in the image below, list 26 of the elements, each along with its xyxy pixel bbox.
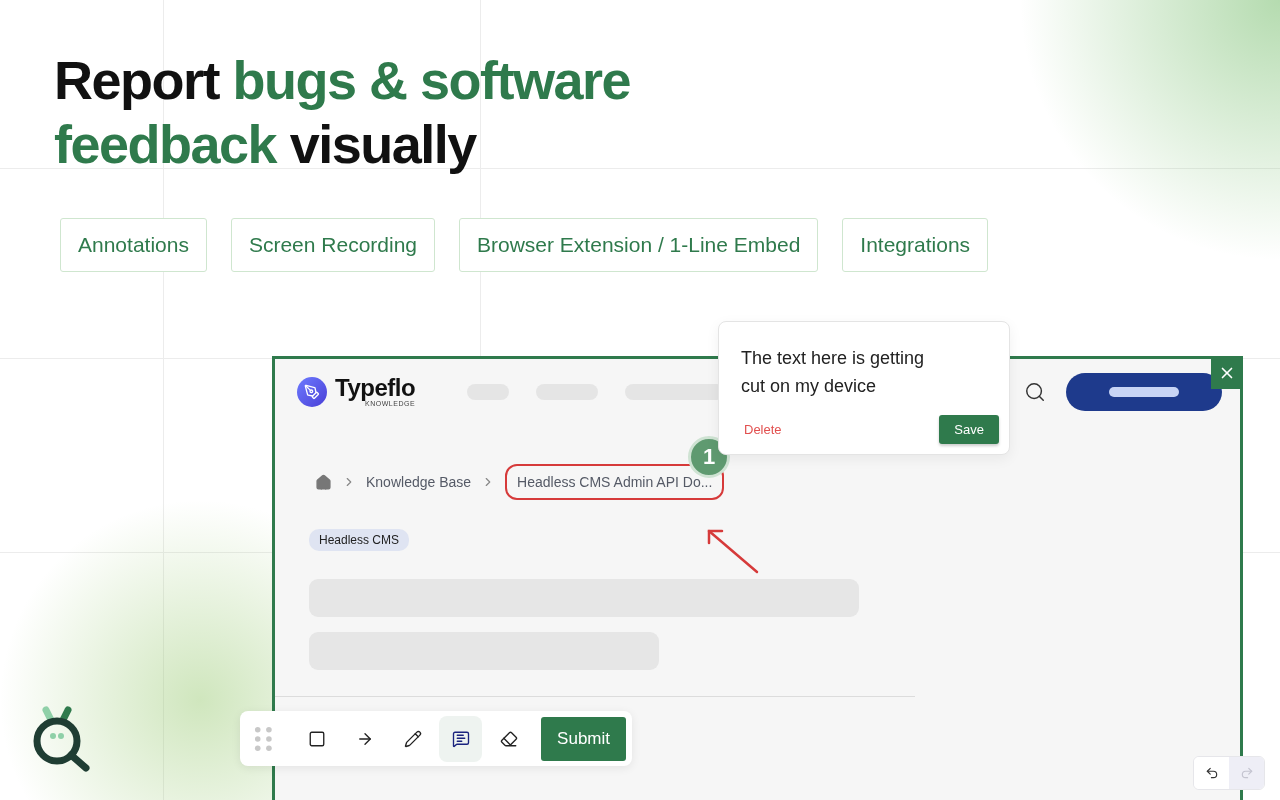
brand-name: Typeflo [335, 376, 416, 400]
comment-text: The text here is getting cut on my device [741, 347, 926, 398]
drag-handle-icon[interactable] [254, 724, 273, 753]
feature-tag: Browser Extension / 1-Line Embed [459, 218, 819, 272]
delete-button[interactable]: Delete [741, 422, 785, 437]
comment-icon [451, 729, 470, 748]
rectangle-icon [308, 729, 327, 748]
annotation-arrow [705, 527, 761, 575]
save-button[interactable]: Save [939, 415, 999, 444]
pencil-icon [403, 729, 422, 748]
feature-tag: Annotations [60, 218, 207, 272]
category-tag: Headless CMS [309, 529, 410, 551]
home-icon[interactable] [315, 473, 332, 491]
brand-logo-icon [297, 377, 327, 407]
tool-button[interactable] [439, 715, 483, 762]
eraser-icon [499, 729, 518, 748]
feature-tag: Screen Recording [230, 218, 435, 272]
feature-tag: Integrations [842, 218, 989, 272]
search-icon[interactable] [1024, 381, 1046, 403]
headline: Report bugs & software feedback visually [54, 49, 631, 176]
submit-button[interactable]: Submit [541, 716, 626, 761]
cta-button[interactable] [1066, 373, 1222, 411]
breadcrumb-link[interactable]: Knowledge Base [366, 474, 472, 490]
undo-icon [1204, 766, 1219, 780]
close-button[interactable] [1211, 357, 1243, 389]
redo-icon [1239, 766, 1254, 780]
